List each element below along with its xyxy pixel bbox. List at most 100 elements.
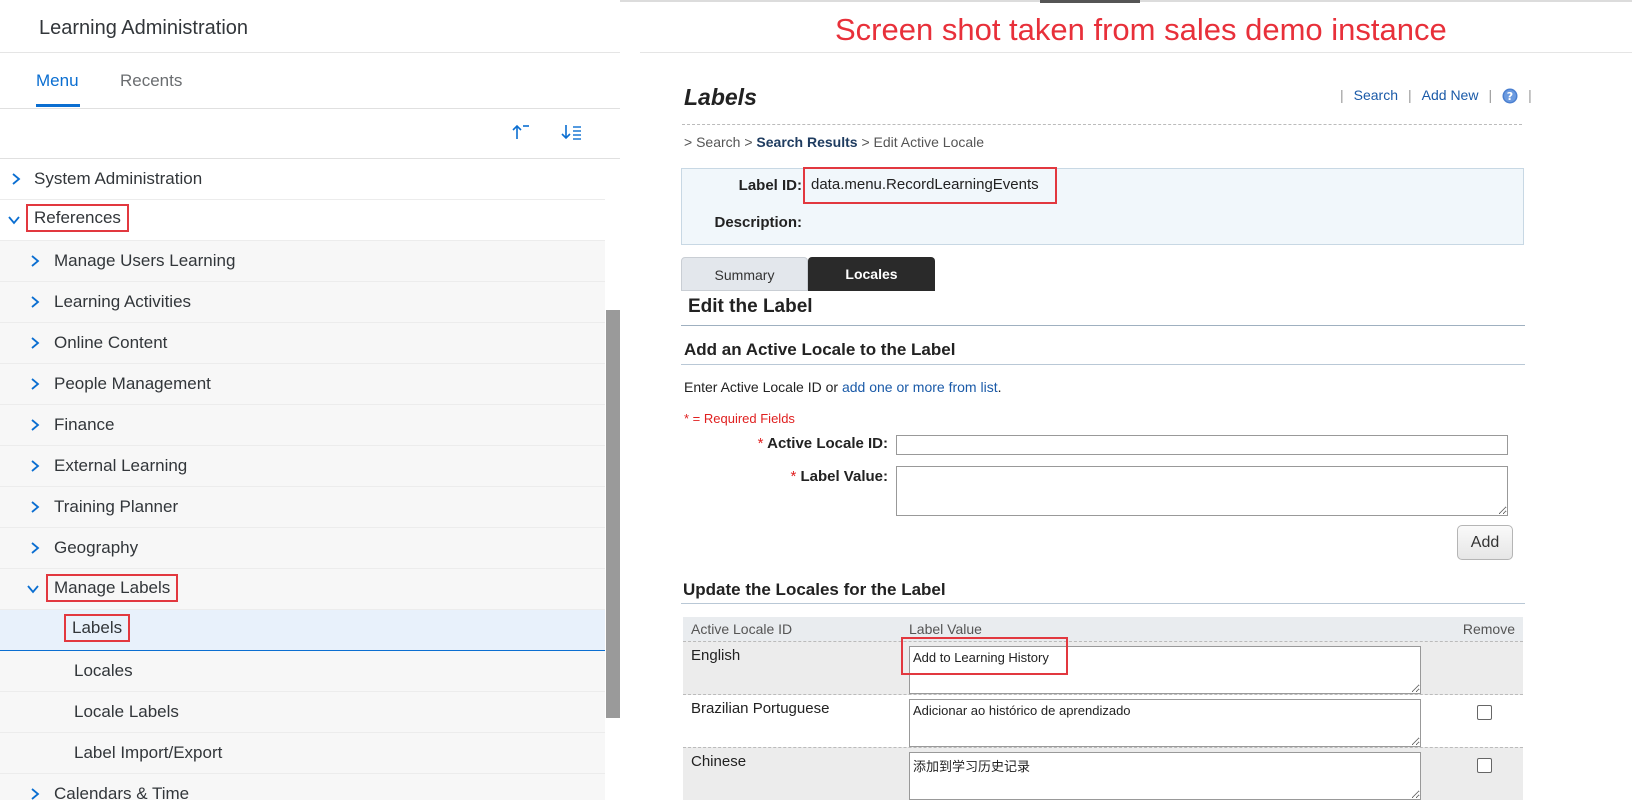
locale-name: English [691, 647, 741, 664]
app-title: Learning Administration [39, 17, 249, 39]
sort-list-icon[interactable] [560, 121, 584, 143]
link-separator: | [1408, 87, 1412, 103]
tree-item-label: System Administration [34, 169, 203, 188]
chevron-right-icon[interactable] [27, 499, 43, 515]
tree-item-training-planner[interactable]: Training Planner [0, 487, 605, 528]
field-label: Label Value: [800, 468, 888, 485]
tab-recents[interactable]: Recents [120, 71, 182, 91]
chevron-right-icon[interactable] [27, 540, 43, 556]
tree-item-labels[interactable]: Labels [0, 610, 605, 651]
column-header-remove: Remove [1462, 621, 1515, 637]
column-header-active-locale-id: Active Locale ID [691, 621, 793, 637]
link-separator: | [1528, 87, 1532, 103]
breadcrumb-search-results[interactable]: Search Results [756, 134, 857, 150]
divider [681, 325, 1525, 326]
search-link[interactable]: Search [1354, 87, 1398, 103]
tree-item-learning-activities[interactable]: Learning Activities [0, 282, 605, 323]
label-value-textarea[interactable]: 添加到学习历史记录 [909, 752, 1421, 800]
required-mark: * [790, 468, 797, 485]
tree-item-label-import-export[interactable]: Label Import/Export [0, 733, 605, 774]
divider [682, 124, 1522, 125]
svg-text:?: ? [1507, 90, 1513, 103]
annotation-note: Screen shot taken from sales demo instan… [835, 12, 1447, 47]
table-row: Brazilian Portuguese Adicionar ao histór… [683, 694, 1523, 748]
tab-menu[interactable]: Menu [36, 71, 79, 91]
tree-item-label: References [26, 204, 129, 232]
navigation-tree: System Administration References Manage … [0, 159, 605, 800]
tree-item-label: External Learning [54, 456, 188, 475]
chevron-right-icon[interactable] [27, 376, 43, 392]
chevron-down-icon[interactable] [6, 212, 22, 228]
breadcrumb-separator: > [740, 134, 757, 150]
locale-name: Brazilian Portuguese [691, 700, 830, 717]
tree-item-label: Locale Labels [74, 702, 179, 721]
tree-item-manage-users-learning[interactable]: Manage Users Learning [0, 241, 605, 282]
tree-item-label: Label Import/Export [74, 743, 223, 762]
tree-item-online-content[interactable]: Online Content [0, 323, 605, 364]
breadcrumb-current: Edit Active Locale [873, 134, 985, 150]
tab-summary[interactable]: Summary [681, 257, 808, 291]
divider [0, 108, 620, 109]
tree-item-locale-labels[interactable]: Locale Labels [0, 692, 605, 733]
label-value-textarea[interactable]: Adicionar ao histórico de aprendizado [909, 699, 1421, 747]
chevron-right-icon[interactable] [27, 417, 43, 433]
tree-item-label: Learning Activities [54, 292, 192, 311]
tree-item-geography[interactable]: Geography [0, 528, 605, 569]
remove-checkbox[interactable] [1477, 758, 1492, 773]
chevron-right-icon[interactable] [27, 294, 43, 310]
chevron-right-icon[interactable] [27, 335, 43, 351]
help-icon[interactable]: ? [1502, 88, 1518, 104]
tree-scrollbar[interactable] [606, 310, 620, 718]
link-separator: | [1340, 87, 1344, 103]
section-title-update-locales: Update the Locales for the Label [683, 580, 946, 599]
section-title-edit-label: Edit the Label [688, 296, 813, 317]
chevron-right-icon[interactable] [27, 458, 43, 474]
add-button[interactable]: Add [1457, 525, 1513, 560]
label-value-textarea[interactable] [896, 466, 1508, 516]
locale-name: Chinese [691, 753, 747, 770]
tree-item-manage-labels[interactable]: Manage Labels [0, 569, 605, 610]
chevron-right-icon[interactable] [27, 253, 43, 269]
tree-item-label: Manage Users Learning [54, 251, 236, 270]
active-locale-id-input[interactable] [896, 435, 1508, 455]
breadcrumb-prefix: > [684, 134, 697, 150]
tree-item-system-administration[interactable]: System Administration [0, 159, 605, 200]
divider [640, 52, 1632, 53]
tree-item-label: Online Content [54, 333, 168, 352]
hint-suffix: . [997, 379, 1002, 395]
tab-locales[interactable]: Locales [808, 257, 935, 291]
tree-item-external-learning[interactable]: External Learning [0, 446, 605, 487]
link-separator: | [1488, 87, 1493, 103]
tree-item-references[interactable]: References [0, 200, 605, 241]
tree-item-label: Training Planner [54, 497, 179, 516]
left-navigation-pane: Learning Administration Menu Recents Sys… [0, 0, 620, 800]
chevron-down-icon[interactable] [25, 581, 41, 597]
active-tab-indicator [36, 104, 80, 107]
divider [681, 364, 1525, 365]
tree-item-locales[interactable]: Locales [0, 651, 605, 692]
table-row: Chinese 添加到学习历史记录 [683, 747, 1523, 800]
chevron-right-icon[interactable] [8, 171, 24, 187]
divider [0, 52, 620, 53]
add-from-list-link[interactable]: add one or more from list [842, 379, 998, 395]
tree-item-calendars-time[interactable]: Calendars & Time [0, 774, 605, 800]
breadcrumb-search[interactable]: Search [696, 134, 740, 150]
chevron-right-icon[interactable] [27, 786, 43, 800]
remove-checkbox[interactable] [1477, 705, 1492, 720]
active-locale-id-label: * Active Locale ID: [668, 435, 888, 452]
required-fields-note: * = Required Fields [684, 411, 795, 426]
page-title: Labels [684, 84, 757, 110]
add-new-link[interactable]: Add New [1422, 87, 1479, 103]
label-value-textarea[interactable]: Add to Learning History [909, 646, 1421, 694]
sort-ascending-icon[interactable] [508, 121, 532, 143]
tree-item-people-management[interactable]: People Management [0, 364, 605, 405]
tree-item-label: Geography [54, 538, 139, 557]
label-id-value: data.menu.RecordLearningEvents [803, 167, 1057, 204]
tree-item-finance[interactable]: Finance [0, 405, 605, 446]
section-title-add-locale: Add an Active Locale to the Label [684, 340, 956, 359]
table-row: English Add to Learning History [683, 637, 1523, 695]
field-label: Active Locale ID: [767, 435, 888, 452]
breadcrumb: > Search > Search Results > Edit Active … [684, 134, 984, 150]
add-locale-hint: Enter Active Locale ID or add one or mor… [684, 379, 1001, 395]
breadcrumb-separator: > [857, 134, 874, 150]
